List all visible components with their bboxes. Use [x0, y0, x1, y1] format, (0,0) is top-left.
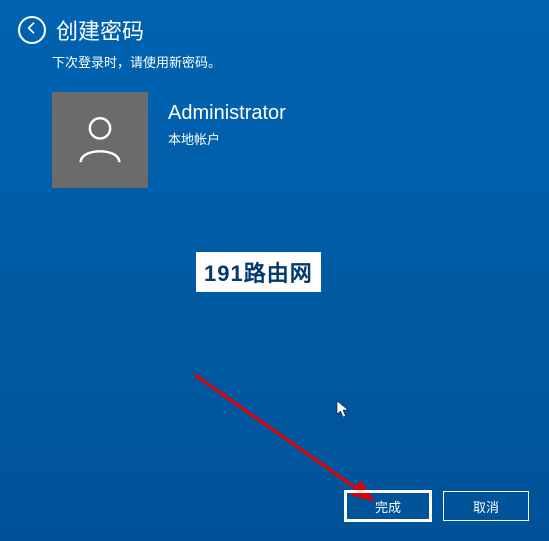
avatar: [52, 92, 148, 188]
watermark-overlay: 191路由网: [196, 252, 321, 292]
account-block: Administrator 本地帐户: [52, 92, 286, 188]
account-type: 本地帐户: [168, 129, 286, 148]
cursor-icon: [336, 400, 350, 423]
confirm-button[interactable]: 完成: [345, 491, 431, 521]
account-name: Administrator: [168, 102, 286, 125]
annotation-arrow: [190, 370, 390, 510]
back-button[interactable]: [18, 16, 46, 44]
page-title: 创建密码: [56, 14, 144, 46]
cancel-button[interactable]: 取消: [443, 491, 529, 521]
back-arrow-icon: [24, 20, 40, 41]
page-subtitle: 下次登录时，请使用新密码。: [52, 52, 221, 71]
user-icon: [71, 109, 129, 172]
